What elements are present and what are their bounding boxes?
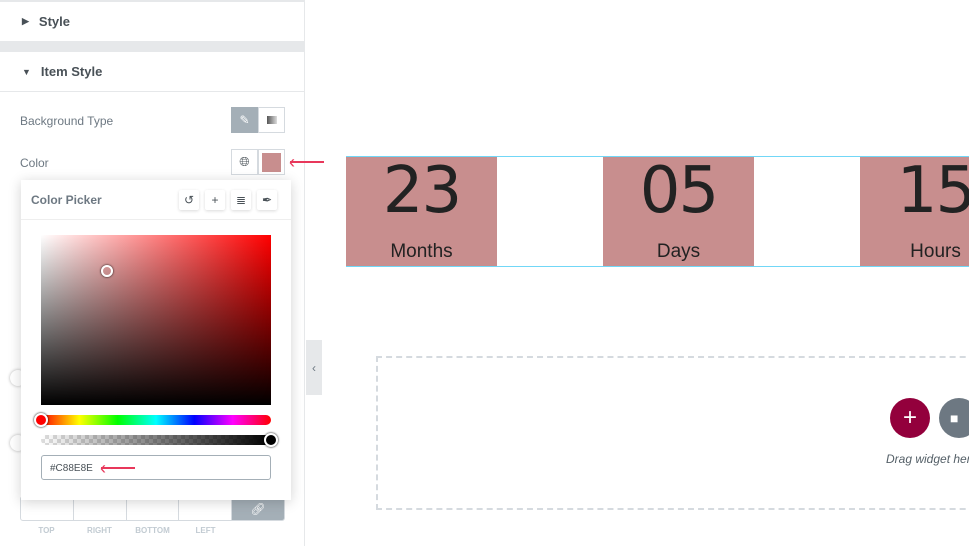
countdown-item-hours: 15 Hours	[860, 157, 969, 266]
collapse-panel-button[interactable]: ‹	[306, 340, 322, 395]
countdown-label: Days	[656, 241, 701, 262]
caret-right-icon: ▶	[22, 16, 29, 26]
dimension-top-input[interactable]	[21, 497, 74, 520]
add-color-button[interactable]: +	[205, 190, 225, 210]
reset-icon: ↺	[183, 193, 195, 207]
globe-icon: 🌐︎	[239, 154, 250, 169]
picker-title: Color Picker	[31, 192, 102, 207]
dimension-bottom-input[interactable]	[127, 497, 180, 520]
background-gradient-button[interactable]	[258, 107, 285, 133]
plus-icon: +	[902, 404, 917, 431]
brush-icon: ✎	[239, 113, 250, 127]
alpha-slider[interactable]	[41, 435, 271, 445]
hex-value: #C88E8E	[50, 463, 93, 474]
caret-down-icon: ▼	[22, 66, 31, 77]
label-left: LEFT	[195, 526, 216, 535]
saturation-area[interactable]	[41, 235, 271, 405]
saturation-handle[interactable]	[101, 265, 113, 277]
database-icon: ≣	[235, 193, 247, 207]
label-right: RIGHT	[87, 526, 112, 535]
dimension-labels: TOP RIGHT BOTTOM LEFT	[20, 526, 232, 535]
arrow-head-icon: ‹	[289, 152, 295, 172]
countdown-label: Months	[390, 241, 453, 262]
countdown-value: 05	[639, 154, 719, 228]
countdown-item-days: 05 Days	[603, 157, 754, 266]
annotation-arrow	[101, 467, 135, 469]
global-colors-button[interactable]: 🌐︎	[231, 149, 258, 175]
countdown-label: Hours	[910, 241, 961, 262]
gradient-icon	[266, 116, 277, 124]
link-values-button[interactable]: 🔗︎	[232, 497, 284, 520]
eyedropper-button[interactable]: ✒	[257, 190, 277, 210]
hex-input[interactable]: #C88E8E	[41, 455, 271, 480]
arrow-head-icon: ‹	[100, 458, 106, 478]
countdown-value: 15	[896, 154, 969, 228]
hue-slider[interactable]	[41, 415, 271, 425]
label-bottom: BOTTOM	[135, 526, 170, 535]
section-title: Item Style	[40, 64, 103, 79]
alpha-handle[interactable]	[264, 433, 278, 447]
global-colors-button[interactable]: ≣	[231, 190, 251, 210]
color-picker-popover: Color Picker ↺ + ≣ ✒ #C88E8E ‹	[21, 180, 291, 500]
folder-icon: ■	[950, 410, 959, 426]
section-style[interactable]: ▶ Style	[0, 2, 305, 42]
dimension-left-input[interactable]	[179, 497, 233, 520]
section-item-style[interactable]: ▼ Item Style	[0, 52, 305, 92]
countdown-value: 23	[382, 154, 462, 228]
eyedropper-icon: ✒	[261, 193, 273, 207]
color-label: Color	[20, 156, 49, 170]
divider	[0, 42, 305, 52]
reset-button[interactable]: ↺	[179, 190, 199, 210]
label-top: TOP	[38, 526, 55, 535]
chevron-left-icon: ‹	[312, 360, 316, 375]
drag-widget-text: Drag widget here	[886, 452, 969, 466]
background-classic-button[interactable]: ✎	[231, 107, 258, 133]
section-title: Style	[38, 14, 70, 29]
color-swatch	[262, 152, 281, 172]
background-type-label: Background Type	[20, 114, 114, 128]
add-section-button[interactable]: +	[890, 398, 930, 438]
drop-zone[interactable]	[376, 356, 969, 510]
hue-handle[interactable]	[34, 413, 48, 427]
color-swatch-button[interactable]	[258, 149, 285, 175]
link-icon: 🔗︎	[250, 501, 266, 516]
plus-icon: +	[211, 193, 219, 207]
annotation-arrow	[290, 161, 324, 163]
countdown-item-months: 23 Months	[346, 157, 497, 266]
dimension-right-input[interactable]	[74, 497, 127, 520]
